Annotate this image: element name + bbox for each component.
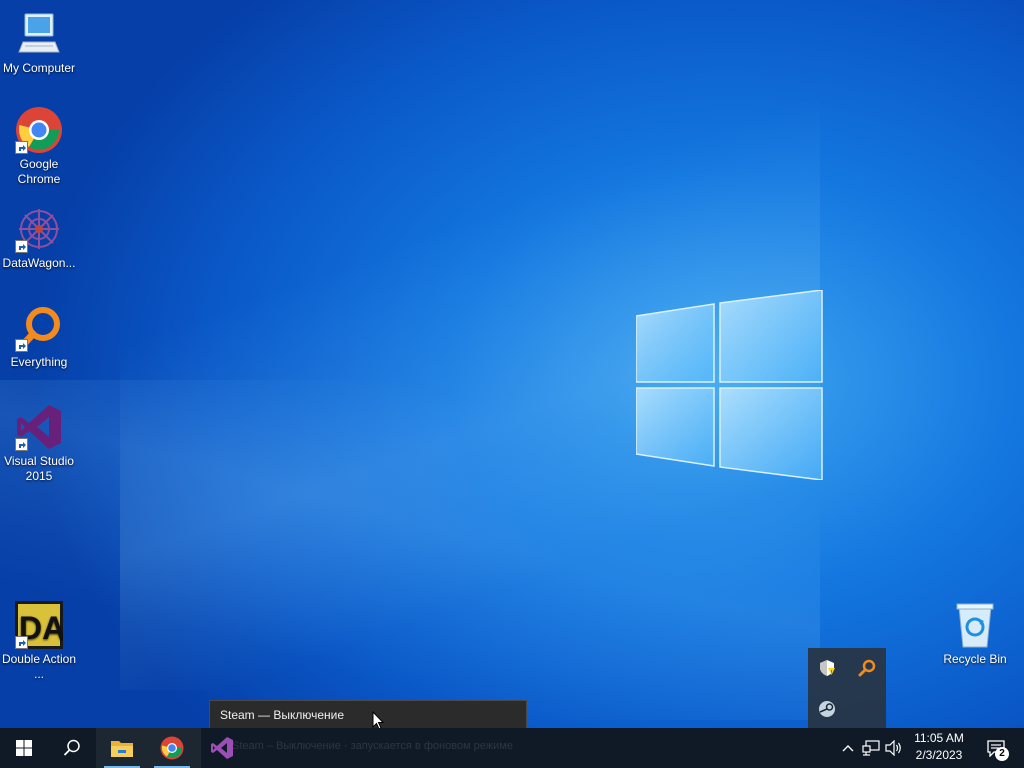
notification-count-badge: 2 [995,747,1009,761]
desktop-icon-datawagon[interactable]: DataWagon... [0,205,78,271]
mouse-cursor-icon [372,711,384,728]
taskbar-file-explorer[interactable] [98,728,146,768]
desktop-icon-my-computer[interactable]: My Computer [0,10,78,76]
everything-search-icon [15,304,63,352]
steam-icon[interactable] [815,697,839,721]
shortcut-arrow-icon [15,240,28,253]
chrome-icon [15,106,63,154]
taskbar-visual-studio[interactable] [198,728,246,768]
desktop-icon-label: Visual Studio 2015 [4,454,74,483]
desktop-icon-visual-studio[interactable]: Visual Studio 2015 [0,403,78,484]
shortcut-arrow-icon [15,141,28,154]
desktop-icon-recycle-bin[interactable]: Recycle Bin [936,601,1014,667]
tooltip-ghost-text: Steam – Выключение · запускается в фонов… [232,740,513,752]
visual-studio-icon [211,737,233,759]
tray-overflow-panel: ! [808,648,886,728]
desktop-icon-double-action[interactable]: DA Double Action ... [0,601,78,682]
steam-tooltip: Steam — Выключение [209,700,527,728]
desktop-icon-label: Double Action ... [1,652,77,681]
shortcut-arrow-icon [15,636,28,649]
clock-date: 2/3/2023 [915,748,963,762]
desktop-icon-everything[interactable]: Everything [0,304,78,370]
windows-security-warning-icon[interactable]: ! [815,656,839,680]
windows-logo-wallpaper [636,290,823,480]
network-icon [862,740,880,756]
action-center-button[interactable]: 2 [976,728,1016,768]
double-action-icon: DA [15,601,65,649]
start-button[interactable] [0,728,48,768]
everything-search-icon[interactable] [855,656,879,680]
desktop: My Computer Google Chrome DataWagon... E… [0,0,1024,728]
speaker-icon [885,740,901,756]
chrome-icon [160,736,184,760]
desktop-icon-label: Recycle Bin [943,652,1007,666]
clock-time: 11:05 AM [914,731,964,745]
shortcut-arrow-icon [15,339,28,352]
search-button[interactable] [48,728,96,768]
start-icon [16,740,32,756]
recycle-bin-icon [951,601,999,649]
desktop-icon-label: Everything [10,355,68,369]
desktop-icon-label: My Computer [2,61,76,75]
datawagon-icon [15,205,63,253]
file-explorer-icon [111,741,133,757]
network-button[interactable] [861,738,881,758]
svg-text:!: ! [831,670,832,676]
chevron-up-icon [842,745,854,752]
volume-button[interactable] [884,738,904,758]
search-icon [63,739,80,756]
taskbar: Steam – Выключение · запускается в фонов… [0,728,1024,768]
show-hidden-icons-button[interactable] [838,738,858,758]
desktop-icon-label: DataWagon... [2,256,76,270]
clock[interactable]: 11:05 AM 2/3/2023 [904,730,974,766]
taskbar-chrome[interactable] [148,728,196,768]
desktop-icon-label: Google Chrome [17,157,61,186]
shortcut-arrow-icon [15,438,28,451]
visual-studio-icon [15,403,63,451]
computer-icon [15,10,63,58]
desktop-icon-google-chrome[interactable]: Google Chrome [0,106,78,187]
